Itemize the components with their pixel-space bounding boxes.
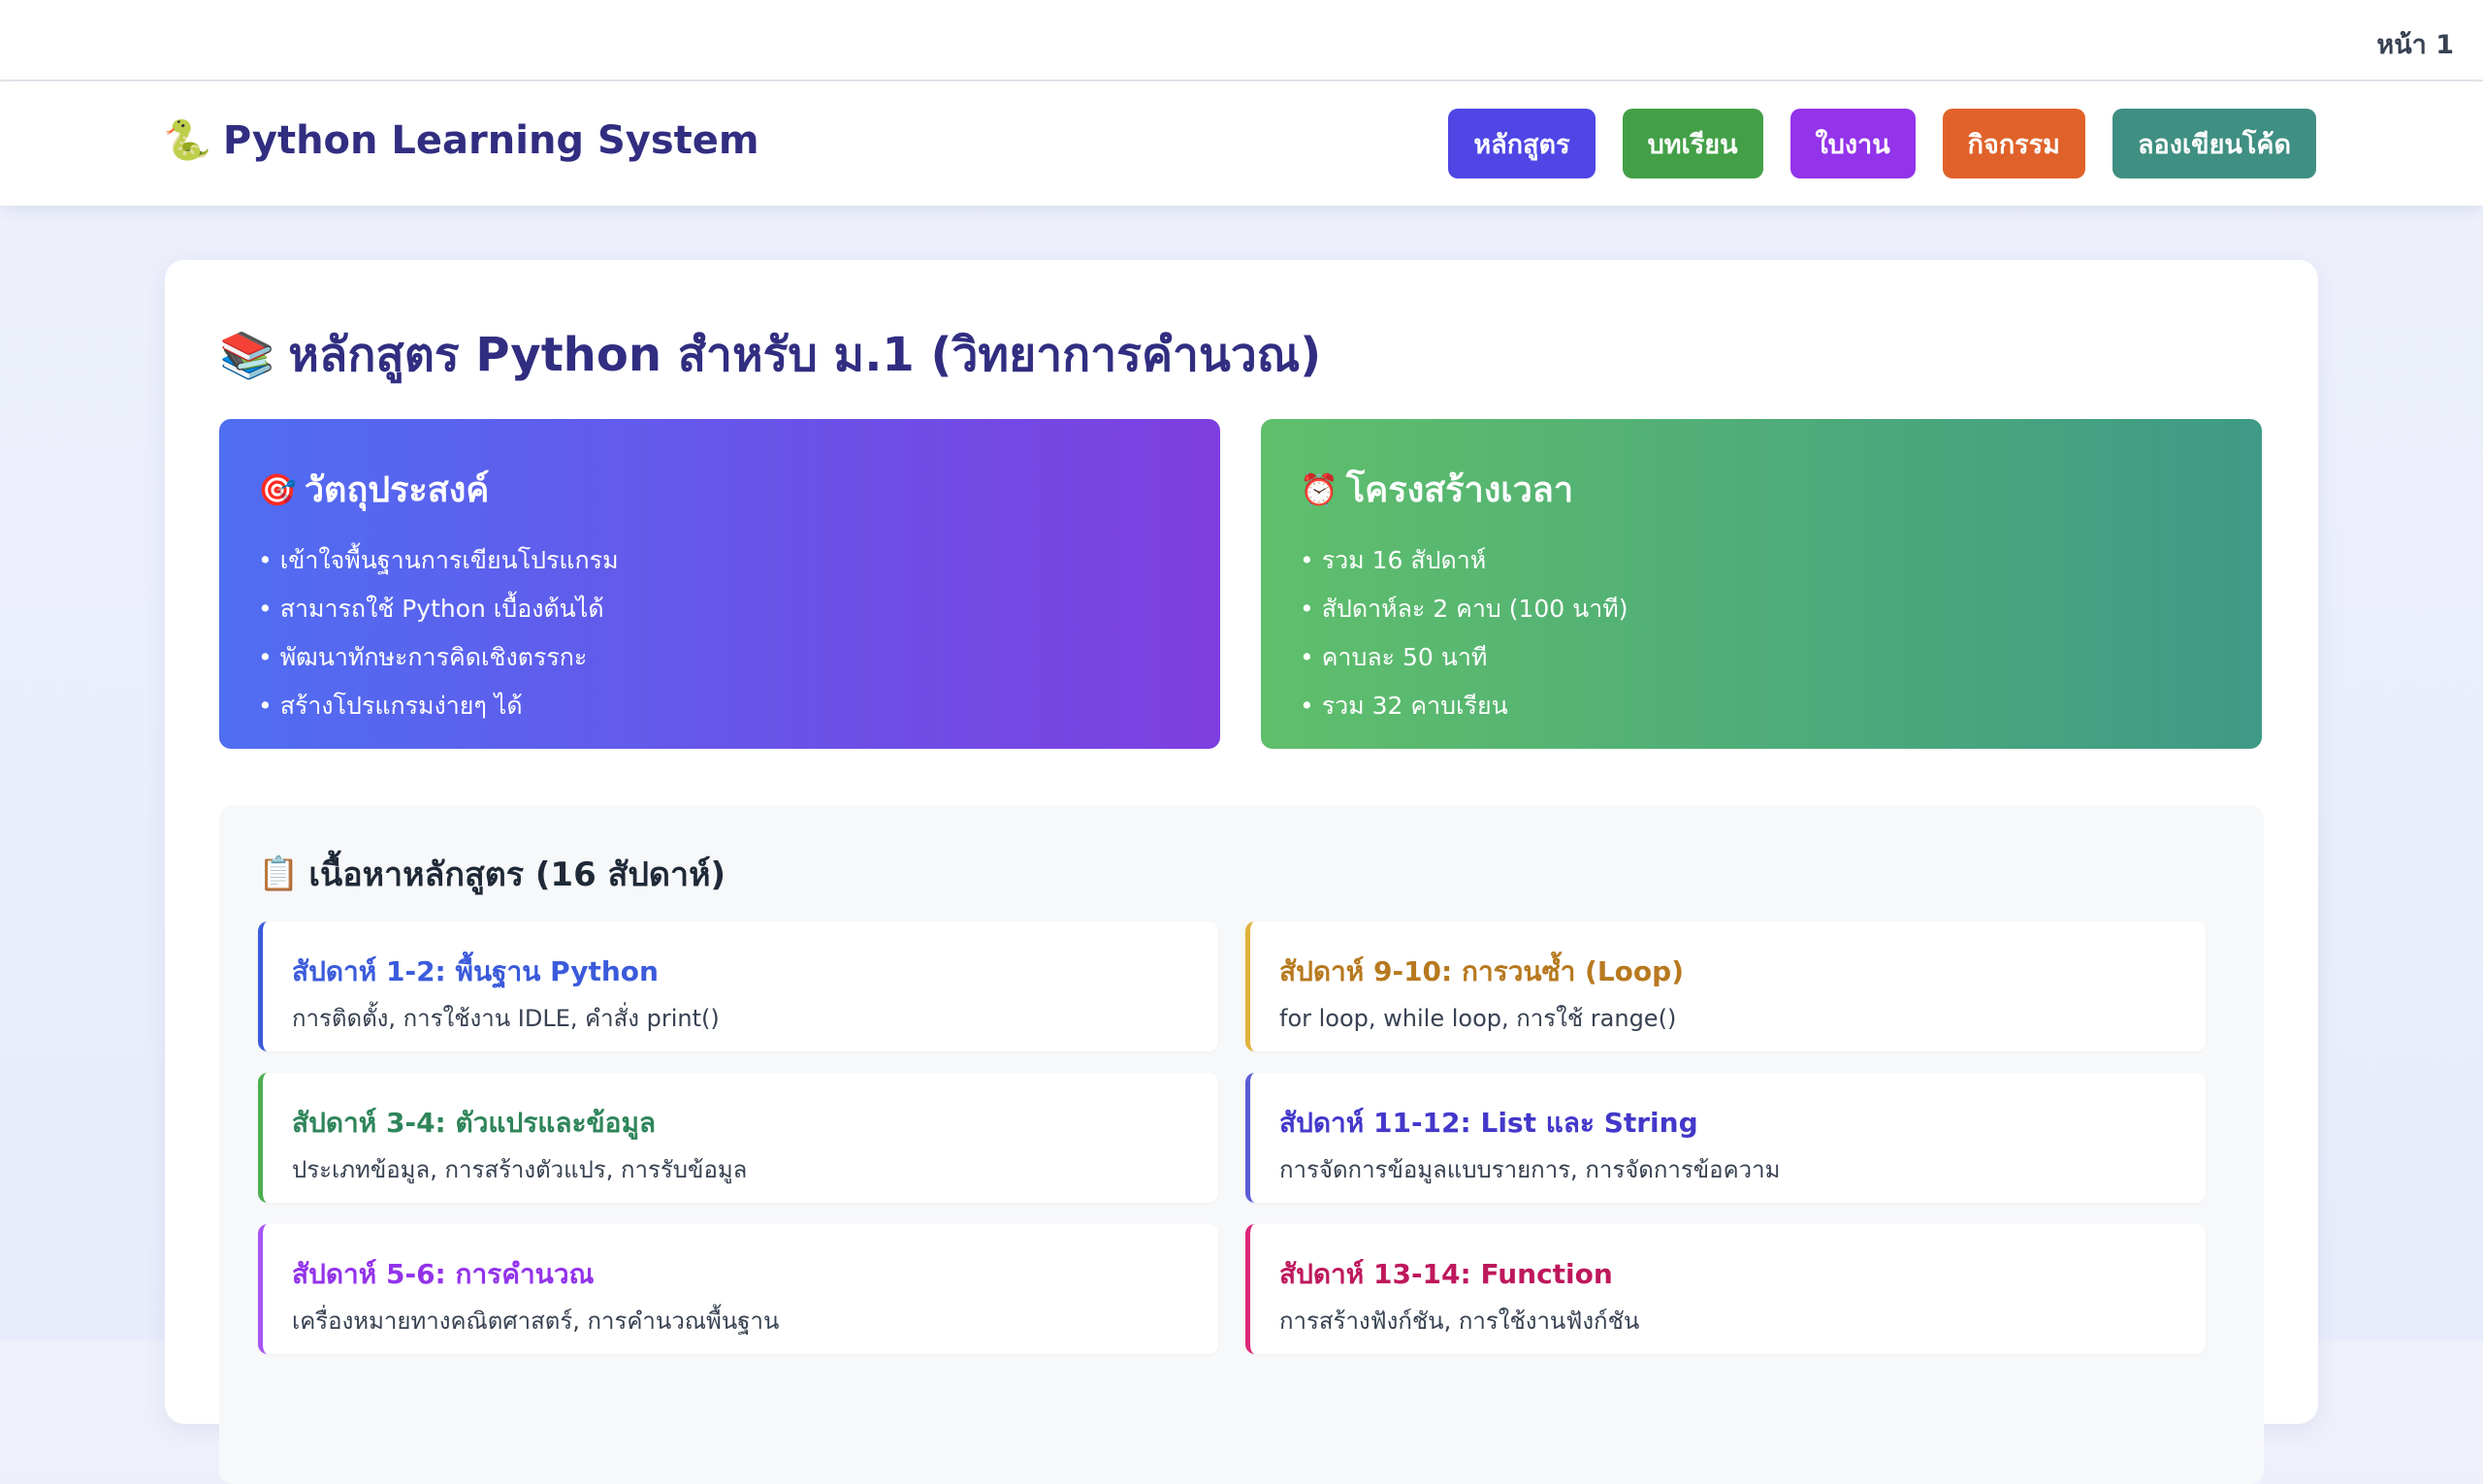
week-title: สัปดาห์ 9-10: การวนซ้ำ (Loop) — [1279, 955, 1684, 987]
content-panel: 📋 เนื้อหาหลักสูตร (16 สัปดาห์) สัปดาห์ 1… — [219, 805, 2264, 1484]
time-structure-box: ⏰ โครงสร้างเวลา • รวม 16 สัปดาห์ • สัปดา… — [1261, 419, 2262, 749]
week-title: สัปดาห์ 11-12: List และ String — [1279, 1107, 1698, 1139]
objective-item: • พัฒนาทักษะการคิดเชิงตรรกะ — [258, 643, 588, 671]
week-title: สัปดาห์ 1-2: พื้นฐาน Python — [292, 955, 659, 987]
nav-button-lessons[interactable]: บทเรียน — [1622, 109, 1763, 178]
week-title: สัปดาห์ 3-4: ตัวแปรและข้อมูล — [292, 1107, 657, 1139]
week-desc: การสร้างฟังก์ชัน, การใช้งานฟังก์ชัน — [1279, 1307, 1640, 1335]
objectives-heading: 🎯 วัตถุประสงค์ — [258, 462, 1181, 517]
week-item[interactable]: สัปดาห์ 13-14: Function การสร้างฟังก์ชัน… — [1245, 1224, 2206, 1354]
nav-buttons: หลักสูตร บทเรียน ใบงาน กิจกรรม ลองเขียนโ… — [1448, 109, 2316, 178]
page-title: 📚 หลักสูตร Python สำหรับ ม.1 (วิทยาการคำ… — [219, 318, 1321, 392]
page-number: หน้า 1 — [2376, 30, 2454, 60]
target-icon: 🎯 — [258, 470, 297, 508]
week-item[interactable]: สัปดาห์ 9-10: การวนซ้ำ (Loop) for loop, … — [1245, 921, 2206, 1051]
page-title-text: หลักสูตร Python สำหรับ ม.1 (วิทยาการคำนว… — [288, 328, 1322, 382]
clipboard-icon: 📋 — [258, 855, 300, 893]
week-item[interactable]: สัปดาห์ 1-2: พื้นฐาน Python การติดตั้ง, … — [258, 921, 1218, 1051]
time-item: • รวม 16 สัปดาห์ — [1300, 546, 1487, 574]
objectives-list: • เข้าใจพื้นฐานการเขียนโปรแกรม • สามารถใ… — [258, 536, 1181, 730]
nav-button-activities[interactable]: กิจกรรม — [1942, 109, 2085, 178]
nav-button-curriculum[interactable]: หลักสูตร — [1448, 109, 1596, 178]
week-desc: การจัดการข้อมูลแบบรายการ, การจัดการข้อคว… — [1279, 1156, 1781, 1183]
week-item[interactable]: สัปดาห์ 5-6: การคำนวณ เครื่องหมายทางคณิต… — [258, 1224, 1218, 1354]
objectives-heading-text: วัตถุประสงค์ — [304, 470, 490, 510]
snake-icon: 🐍 — [163, 118, 211, 163]
week-desc: เครื่องหมายทางคณิตศาสตร์, การคำนวณพื้นฐา… — [292, 1307, 780, 1335]
time-structure-heading: ⏰ โครงสร้างเวลา — [1300, 462, 2223, 517]
brand-title: Python Learning System — [222, 118, 759, 163]
objective-item: • เข้าใจพื้นฐานการเขียนโปรแกรม — [258, 546, 619, 574]
top-strip: หน้า 1 — [0, 0, 2483, 81]
objectives-box: 🎯 วัตถุประสงค์ • เข้าใจพื้นฐานการเขียนโป… — [219, 419, 1220, 749]
curriculum-card: 📚 หลักสูตร Python สำหรับ ม.1 (วิทยาการคำ… — [165, 260, 2318, 1484]
content-heading: 📋 เนื้อหาหลักสูตร (16 สัปดาห์) — [258, 848, 726, 900]
week-title: สัปดาห์ 5-6: การคำนวณ — [292, 1258, 595, 1290]
week-item[interactable]: สัปดาห์ 11-12: List และ String การจัดการ… — [1245, 1073, 2206, 1203]
time-structure-list: • รวม 16 สัปดาห์ • สัปดาห์ละ 2 คาบ (100 … — [1300, 536, 2223, 730]
week-desc: for loop, while loop, การใช้ range() — [1279, 1005, 1677, 1032]
books-icon: 📚 — [219, 328, 275, 381]
week-item[interactable]: สัปดาห์ 3-4: ตัวแปรและข้อมูล ประเภทข้อมู… — [258, 1073, 1218, 1203]
week-desc: ประเภทข้อมูล, การสร้างตัวแปร, การรับข้อม… — [292, 1156, 748, 1183]
nav-button-worksheets[interactable]: ใบงาน — [1790, 109, 1916, 178]
time-item: • รวม 32 คาบเรียน — [1300, 692, 1508, 720]
week-grid: สัปดาห์ 1-2: พื้นฐาน Python การติดตั้ง, … — [258, 921, 2225, 1354]
content-heading-text: เนื้อหาหลักสูตร (16 สัปดาห์) — [308, 855, 726, 894]
time-item: • สัปดาห์ละ 2 คาบ (100 นาที) — [1300, 595, 1628, 623]
alarm-clock-icon: ⏰ — [1300, 470, 1338, 508]
week-desc: การติดตั้ง, การใช้งาน IDLE, คำสั่ง print… — [292, 1005, 720, 1032]
time-structure-heading-text: โครงสร้างเวลา — [1345, 470, 1574, 510]
brand[interactable]: 🐍 Python Learning System — [163, 118, 759, 163]
nav-button-try-code[interactable]: ลองเขียนโค้ด — [2112, 109, 2316, 178]
objective-item: • สามารถใช้ Python เบื้องต้นได้ — [258, 595, 604, 623]
navbar: 🐍 Python Learning System หลักสูตร บทเรีย… — [0, 81, 2483, 206]
week-title: สัปดาห์ 13-14: Function — [1279, 1258, 1613, 1290]
objective-item: • สร้างโปรแกรมง่ายๆ ได้ — [258, 692, 523, 720]
time-item: • คาบละ 50 นาที — [1300, 643, 1488, 671]
